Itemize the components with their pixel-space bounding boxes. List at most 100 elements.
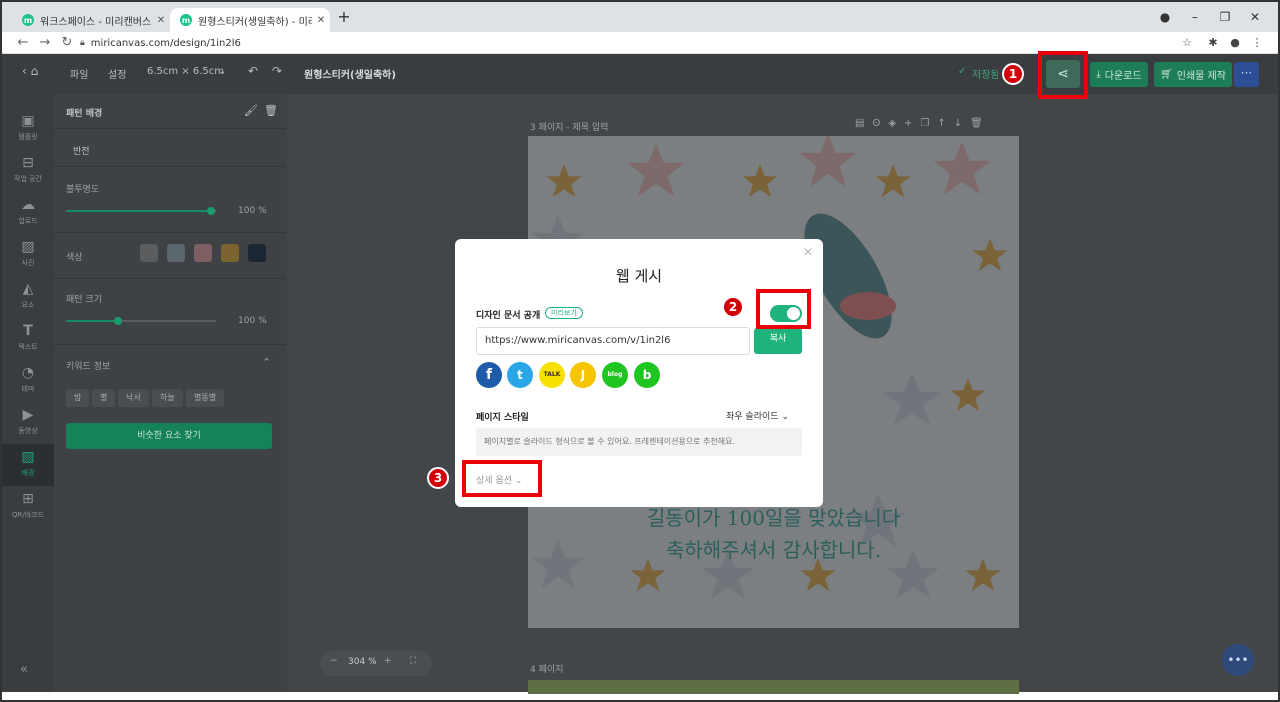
url-text: miricanvas.com/design/1in2l6 [90,37,241,49]
rail-label: 텍스트 [18,343,38,351]
print-order-button[interactable]: 🛒︎ 인쇄물 제작 [1154,62,1232,87]
divider [54,128,287,129]
account-icon[interactable]: ● [1226,34,1244,52]
close-icon[interactable]: ✕ [803,245,813,259]
rail-item-theme[interactable]: ◔ 테마 [2,364,54,394]
zoom-value[interactable]: 304 % [348,657,377,667]
browser-tab-workspace[interactable]: m 워크스페이스 - 미리캔버스 ✕ [12,8,170,32]
keyword-chip[interactable]: 별 [92,389,116,407]
move-down-icon[interactable]: ↓ [954,118,970,129]
page-4-label: 4 페이지 [530,665,564,675]
find-similar-button[interactable]: 비슷한 요소 찾기 [66,423,272,449]
new-tab-icon[interactable]: + [336,9,352,26]
screenshot-frame: m 워크스페이스 - 미리캔버스 ✕ m 원형스티커(생일축하) - 미리캔버 … [0,0,1280,702]
collapse-panel-icon[interactable]: « [20,662,28,677]
band-icon[interactable]: b [634,362,660,388]
kakaotalk-icon[interactable]: TALK [539,362,565,388]
color-swatch-yellow[interactable] [221,244,239,262]
restore-icon[interactable]: ❐ [1210,6,1240,28]
rail-item-workspace[interactable]: ⊟ 작업 공간 [2,154,54,184]
rail-item-text[interactable]: T 텍스트 [2,322,54,352]
public-url-field[interactable]: https://www.miricanvas.com/v/1in2l6 [476,327,750,355]
opacity-slider[interactable] [66,207,216,215]
trash-icon[interactable]: 🗑︎ [264,104,278,117]
rail-item-photo[interactable]: ▨ 사진 [2,238,54,268]
redo-icon[interactable]: ↷ [272,64,282,78]
back-icon[interactable]: ← [14,34,32,52]
rail-label: 사진 [21,259,35,267]
move-up-icon[interactable]: ↑ [937,118,953,129]
kakaostory-icon[interactable]: J [570,362,596,388]
rail-label: 테마 [21,385,35,393]
lasso-icon[interactable]: ʘ [872,118,888,129]
page-style-hint: 페이지별로 슬라이드 형식으로 볼 수 있어요. 프레젠테이션용으로 추천해요. [476,428,802,456]
naver-blog-icon[interactable]: blog [602,362,628,388]
design-page-4[interactable] [528,680,1019,694]
file-menu[interactable]: 파일 [70,66,88,81]
zoom-in-icon[interactable]: + [384,656,392,666]
color-swatch-pink[interactable] [194,244,212,262]
profile-icon[interactable]: ● [1150,6,1180,28]
text-icon: T [23,323,33,339]
browser-tab-design[interactable]: m 원형스티커(생일축하) - 미리캔버 ✕ [170,8,330,32]
rail-label: 작업 공간 [14,175,42,183]
url-field[interactable]: 🔒︎ miricanvas.com/design/1in2l6 [80,34,1200,52]
color-swatch-grayblue[interactable] [167,244,185,262]
rail-item-upload[interactable]: ☁ 업로드 [2,196,54,226]
fullscreen-icon[interactable]: ⛶ [410,656,416,666]
delete-page-icon[interactable]: 🗑︎ [970,118,991,129]
close-icon[interactable]: ✕ [312,15,330,26]
color-swatch-white[interactable] [140,244,158,262]
duplicate-icon[interactable]: ❐ [920,118,937,129]
page-style-select[interactable]: 좌우 슬라이드 ⌄ [726,409,789,422]
zoom-out-icon[interactable]: − [330,656,338,666]
rail-item-qr[interactable]: ⊞ QR/바코드 [2,490,54,520]
settings-menu[interactable]: 설정 [108,66,126,81]
color-swatch-navy[interactable] [248,244,266,262]
document-title[interactable]: 원형스티커(생일축하) [304,66,396,81]
more-options-button[interactable]: ··· [1234,62,1259,87]
opacity-slider-handle[interactable] [207,207,215,215]
close-icon[interactable]: ✕ [152,15,170,26]
forward-icon[interactable]: → [36,34,54,52]
keyword-chip[interactable]: 별똥별 [186,389,225,407]
preview-badge[interactable]: 미리보기 [545,307,583,319]
public-document-label: 디자인 문서 공개 [476,311,541,321]
undo-icon[interactable]: ↶ [248,64,258,78]
extensions-icon[interactable]: ✱ [1204,34,1222,52]
color-label: 색상 [66,253,83,263]
pattern-size-handle[interactable] [114,317,122,325]
chevron-up-icon[interactable]: ⌃ [262,356,271,369]
twitter-icon[interactable]: t [507,362,533,388]
rail-item-background[interactable]: ▧ 배경 [2,444,54,486]
keyword-chip[interactable]: 낙서 [118,389,149,407]
reload-icon[interactable]: ↻ [58,34,76,52]
rail-item-video[interactable]: ▶ 동영상 [2,406,54,436]
keyword-chip[interactable]: 밤 [66,389,90,407]
upload-icon: ☁ [21,197,35,213]
rail-item-elements[interactable]: ◭ 요소 [2,280,54,310]
bookmark-star-icon[interactable]: ☆ [1178,34,1196,52]
keyword-chip[interactable]: 하늘 [152,389,183,407]
fill-icon[interactable]: ◈ [888,118,904,129]
rail-item-template[interactable]: ▣ 템플릿 [2,112,54,142]
add-page-icon[interactable]: + [904,118,920,129]
pattern-size-slider[interactable] [66,317,216,325]
menu-icon[interactable]: ⋮ [1248,34,1266,52]
download-button[interactable]: ⤓ 다운로드 [1090,62,1148,87]
memo-icon[interactable]: ▤ [855,118,872,129]
invert-toggle[interactable]: 반전 [73,144,90,157]
minimize-icon[interactable]: – [1180,6,1210,28]
chat-support-icon[interactable]: ••• [1222,644,1254,676]
opacity-number: 100 [238,206,256,216]
paint-roller-icon[interactable]: 🖌︎ [244,104,258,117]
copy-button[interactable]: 복사 [754,328,802,354]
chevron-down-icon[interactable]: ⌄ [218,66,226,77]
size-selector[interactable]: 6.5cm × 6.5cm [147,66,224,77]
left-icon-rail: ▣ 템플릿 ⊟ 작업 공간 ☁ 업로드 ▨ 사진 ◭ 요소 T 텍스트 ◔ 테마 ▶ 동영상 ▧… [2,94,54,692]
page-title-input[interactable]: 제목 입력 [572,123,608,133]
home-icon[interactable]: ‹ ⌂ [22,64,38,78]
close-window-icon[interactable]: ✕ [1240,6,1270,28]
page-phrase-line-2[interactable]: 축하해주셔서 감사합니다. [528,534,1019,563]
facebook-icon[interactable]: f [476,362,502,388]
